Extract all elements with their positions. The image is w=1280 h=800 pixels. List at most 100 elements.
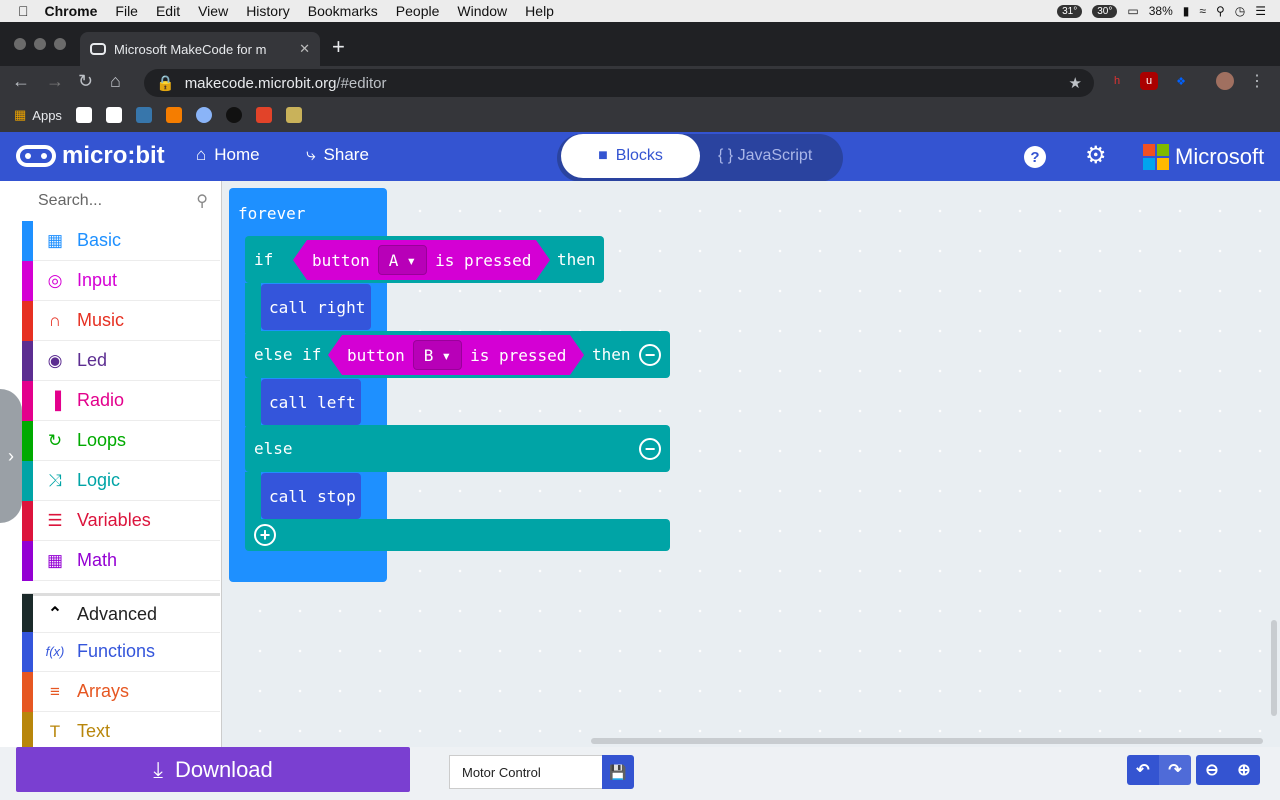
window-close-button[interactable] <box>14 38 26 50</box>
toolbox-category-basic[interactable]: ▦ Basic <box>22 220 220 261</box>
download-button[interactable]: ⤓ Download <box>16 747 410 792</box>
category-color-bar <box>22 420 33 461</box>
apps-grid-icon[interactable]: ▦ <box>14 107 26 123</box>
profile-avatar[interactable] <box>1216 72 1234 90</box>
menu-app-name[interactable]: Chrome <box>45 3 98 19</box>
remove-else-minus-icon[interactable]: − <box>639 438 661 460</box>
chrome-menu-icon[interactable]: ⋮ <box>1248 72 1266 90</box>
clock-icon[interactable]: ◷ <box>1235 4 1245 18</box>
caret-down-icon: ▾ <box>406 250 417 270</box>
toolbox-search[interactable]: Search... ⚲ <box>22 181 220 221</box>
blocks-tab[interactable]: ■ Blocks <box>561 134 700 178</box>
wifi-icon[interactable]: ≈ <box>1199 4 1206 18</box>
menu-bookmarks[interactable]: Bookmarks <box>308 3 378 19</box>
temp-badge-2[interactable]: 30° <box>1092 4 1118 18</box>
menu-window[interactable]: Window <box>457 3 507 19</box>
toolbox-category-logic[interactable]: ⤨ Logic <box>22 460 220 501</box>
spotlight-icon[interactable]: ⚲ <box>1216 4 1225 18</box>
toolbox-category-arrays[interactable]: ≡ Arrays <box>22 671 220 712</box>
dropbox-icon[interactable]: ❖ <box>1172 72 1190 90</box>
menu-help[interactable]: Help <box>525 3 554 19</box>
help-button[interactable]: ? <box>1024 146 1046 168</box>
gitlab-icon[interactable] <box>255 107 272 123</box>
toolbox-category-math[interactable]: ▦ Math <box>22 540 220 581</box>
toolbox-category-led[interactable]: ◉ Led <box>22 340 220 381</box>
home-icon[interactable]: ⌂ <box>110 71 121 92</box>
home-button[interactable]: ⌂ Home <box>196 145 260 165</box>
python-icon[interactable] <box>135 107 152 123</box>
toolbox-category-functions[interactable]: f(x) Functions <box>22 631 220 672</box>
microbit-logo[interactable]: micro:bit <box>16 142 165 170</box>
back-icon[interactable]: ← <box>12 71 30 92</box>
vertical-scrollbar[interactable] <box>1271 620 1277 716</box>
category-color-bar <box>22 631 33 672</box>
new-tab-button[interactable]: + <box>332 34 345 60</box>
headphones-icon: ∩ <box>48 310 62 330</box>
microsoft-logo[interactable]: Microsoft <box>1143 144 1264 170</box>
blocks-label: Blocks <box>615 147 663 164</box>
share-button[interactable]: ⤷ Share <box>306 145 369 165</box>
menu-file[interactable]: File <box>115 3 138 19</box>
tab-close-icon[interactable]: ✕ <box>299 41 310 57</box>
logo-text: micro:bit <box>62 142 165 169</box>
menu-people[interactable]: People <box>396 3 440 19</box>
else-row[interactable] <box>245 425 670 472</box>
toolbox-category-music[interactable]: ∩ Music <box>22 300 220 341</box>
save-icon[interactable]: 💾 <box>602 755 634 789</box>
reload-icon[interactable]: ↻ <box>78 71 93 92</box>
button-pressed-block-a[interactable]: button A ▾ is pressed <box>293 240 550 280</box>
notification-center-icon[interactable]: ☰ <box>1255 4 1266 18</box>
toolbox-category-variables[interactable]: ☰ Variables <box>22 500 220 541</box>
loop-icon: ↻ <box>47 430 63 450</box>
apps-bookmark[interactable]: Apps <box>32 108 62 123</box>
apple-icon[interactable]:  <box>18 3 29 19</box>
address-bar[interactable]: 🔒 makecode.microbit.org/#editor ★ <box>144 69 1094 97</box>
button-pressed-block-b[interactable]: button B ▾ is pressed <box>328 335 584 375</box>
toolbox-category-text[interactable]: T Text <box>22 711 220 752</box>
remove-else-if-minus-icon[interactable]: − <box>639 344 661 366</box>
toolbox-advanced[interactable]: ⌃ Advanced <box>22 593 220 634</box>
forward-icon[interactable]: → <box>46 71 64 92</box>
display-icon[interactable]: ▭ <box>1127 4 1138 18</box>
bookmark-star-icon[interactable]: ★ <box>1069 74 1082 92</box>
window-zoom-button[interactable] <box>54 38 66 50</box>
menu-history[interactable]: History <box>246 3 290 19</box>
toolbox-category-loops[interactable]: ↻ Loops <box>22 420 220 461</box>
extension-h-icon[interactable]: h <box>1108 72 1126 90</box>
category-color-bar <box>22 500 33 541</box>
menu-view[interactable]: View <box>198 3 228 19</box>
javascript-tab[interactable]: { } JavaScript <box>718 147 812 165</box>
house-icon: ⌂ <box>196 145 207 164</box>
add-else-if-plus-icon[interactable]: + <box>254 524 276 546</box>
zoom-out-icon[interactable]: ⊖ <box>1196 755 1228 785</box>
temp-badge-1[interactable]: 31° <box>1057 4 1083 18</box>
zoom-in-icon[interactable]: ⊕ <box>1228 755 1260 785</box>
redo-icon[interactable]: ↷ <box>1159 755 1191 785</box>
call-left-block[interactable]: call left <box>261 379 361 425</box>
undo-icon[interactable]: ↶ <box>1127 755 1159 785</box>
ublock-icon[interactable]: u <box>1140 72 1158 90</box>
menu-edit[interactable]: Edit <box>156 3 180 19</box>
browser-tab[interactable]: Microsoft MakeCode for m ✕ <box>80 32 320 66</box>
button-b-dropdown[interactable]: B ▾ <box>413 340 462 370</box>
project-name-input[interactable]: Motor Control <box>449 755 603 789</box>
horizontal-scrollbar[interactable] <box>591 738 1263 744</box>
search-bookmark-icon[interactable] <box>195 107 212 123</box>
window-minimize-button[interactable] <box>34 38 46 50</box>
call-right-block[interactable]: call right <box>261 284 371 330</box>
toolbox-category-radio[interactable]: ▐ Radio <box>22 380 220 421</box>
bookmark-2-icon[interactable] <box>105 107 122 123</box>
toolbox-category-input[interactable]: ◎ Input <box>22 260 220 301</box>
fx-icon: f(x) <box>45 644 65 659</box>
image-bookmark-icon[interactable] <box>285 107 302 123</box>
button-a-dropdown[interactable]: A ▾ <box>378 245 427 275</box>
search-icon[interactable]: ⚲ <box>196 191 208 211</box>
call-stop-block[interactable]: call stop <box>261 473 361 519</box>
if-label: if <box>254 250 274 269</box>
bookmark-1-icon[interactable] <box>75 107 92 123</box>
toolbox-expand-handle[interactable]: › <box>0 389 22 523</box>
battery-percent[interactable]: 38% <box>1149 4 1173 18</box>
github-icon[interactable] <box>225 107 242 123</box>
blogger-icon[interactable] <box>165 107 182 123</box>
settings-gear-icon[interactable]: ⚙ <box>1085 141 1107 170</box>
